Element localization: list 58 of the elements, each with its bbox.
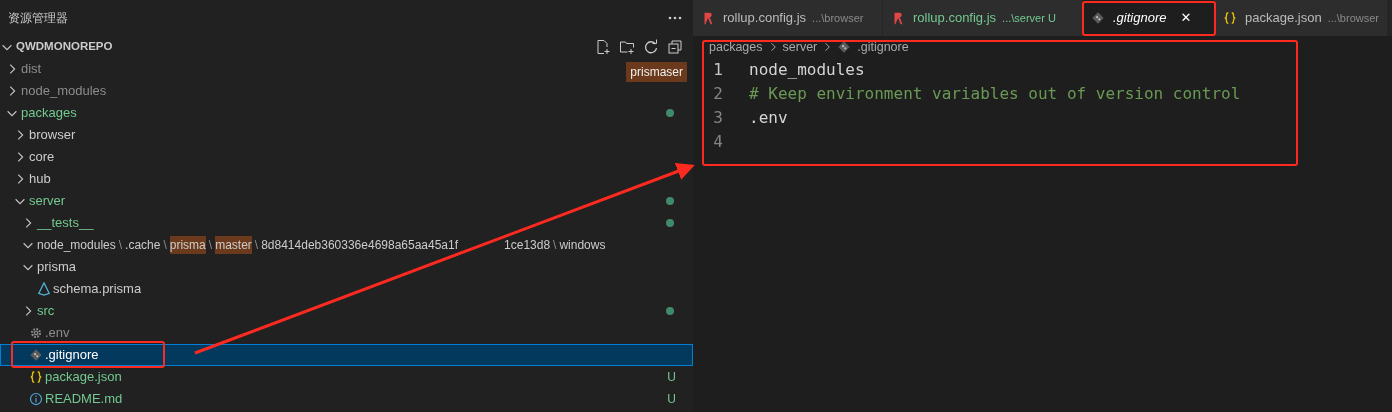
line-number: 1 xyxy=(712,59,724,81)
path-segment[interactable]: .cache xyxy=(125,236,161,254)
info-icon xyxy=(29,392,43,406)
folder-name[interactable]: server xyxy=(29,191,66,211)
path-segment[interactable]: master xyxy=(215,236,252,254)
braces-icon xyxy=(29,370,43,384)
file-name[interactable]: package.json xyxy=(45,367,122,387)
path-segment[interactable]: 1ce13d8 xyxy=(504,236,551,254)
code-line: .env xyxy=(749,107,788,129)
folder-name[interactable]: dist xyxy=(21,59,42,79)
new-folder-icon[interactable] xyxy=(619,39,635,55)
breadcrumb-item[interactable]: .gitignore xyxy=(857,37,909,57)
code-comment: # Keep environment variables out of version control xyxy=(749,83,1241,105)
workspace-title: QWDMONOREPO xyxy=(16,39,113,55)
path-segment[interactable]: windows xyxy=(559,236,606,254)
path-separator: \ xyxy=(207,237,214,254)
diamond-icon xyxy=(837,40,852,54)
folder-name[interactable]: hub xyxy=(29,169,51,189)
diamond-icon xyxy=(1091,11,1105,25)
folder-name[interactable]: core xyxy=(29,147,55,167)
path-segment[interactable]: prisma xyxy=(169,236,206,254)
folder-name[interactable]: browser xyxy=(29,125,76,145)
tooltip: prismaser xyxy=(626,62,687,82)
braces-icon xyxy=(1223,11,1237,25)
collapse-all-icon[interactable] xyxy=(667,39,683,55)
line-number: 2 xyxy=(712,83,724,105)
diamond-icon xyxy=(29,348,43,362)
new-file-icon[interactable] xyxy=(595,39,611,55)
path-separator: \ xyxy=(117,237,124,254)
gear-icon xyxy=(29,326,43,340)
path-separator: \ xyxy=(162,237,168,254)
breadcrumb-item[interactable]: packages xyxy=(709,37,763,57)
folder-name[interactable]: src xyxy=(37,301,55,321)
refresh-icon[interactable] xyxy=(643,39,659,55)
file-name[interactable]: .env xyxy=(45,323,70,343)
line-number: 4 xyxy=(712,131,724,153)
path-separator: \ xyxy=(552,237,558,254)
line-number: 3 xyxy=(712,107,724,129)
git-status-label: U xyxy=(667,369,676,386)
file-name[interactable]: .gitignore xyxy=(45,345,99,365)
selected-row[interactable]: .gitignore xyxy=(0,344,693,366)
code-line: node_modules xyxy=(749,59,865,81)
git-status-label: U xyxy=(667,391,676,408)
editor-tab[interactable]: rollup.config.js ...\browser xyxy=(693,0,883,36)
folder-name[interactable]: prisma xyxy=(37,257,76,277)
triangle-icon xyxy=(37,282,51,296)
breadcrumb-item[interactable]: server xyxy=(782,37,818,57)
path-separator: \ xyxy=(253,237,260,254)
editor-tab[interactable]: package.json ...\browser xyxy=(1215,0,1388,36)
file-name[interactable]: schema.prisma xyxy=(53,279,142,299)
editor-tab[interactable]: rollup.config.js ...\server U xyxy=(883,0,1083,36)
explorer-title: 资源管理器 xyxy=(8,10,68,27)
folder-name[interactable]: node_modules xyxy=(21,81,107,101)
folder-name[interactable]: packages xyxy=(21,103,77,123)
path-segment[interactable]: 8d8414deb360336e4698a65aa45a1f xyxy=(261,236,459,254)
file-name[interactable]: README.md xyxy=(45,389,123,409)
folder-name[interactable]: __tests__ xyxy=(37,213,94,233)
path-segment[interactable]: node_modules xyxy=(37,236,116,254)
